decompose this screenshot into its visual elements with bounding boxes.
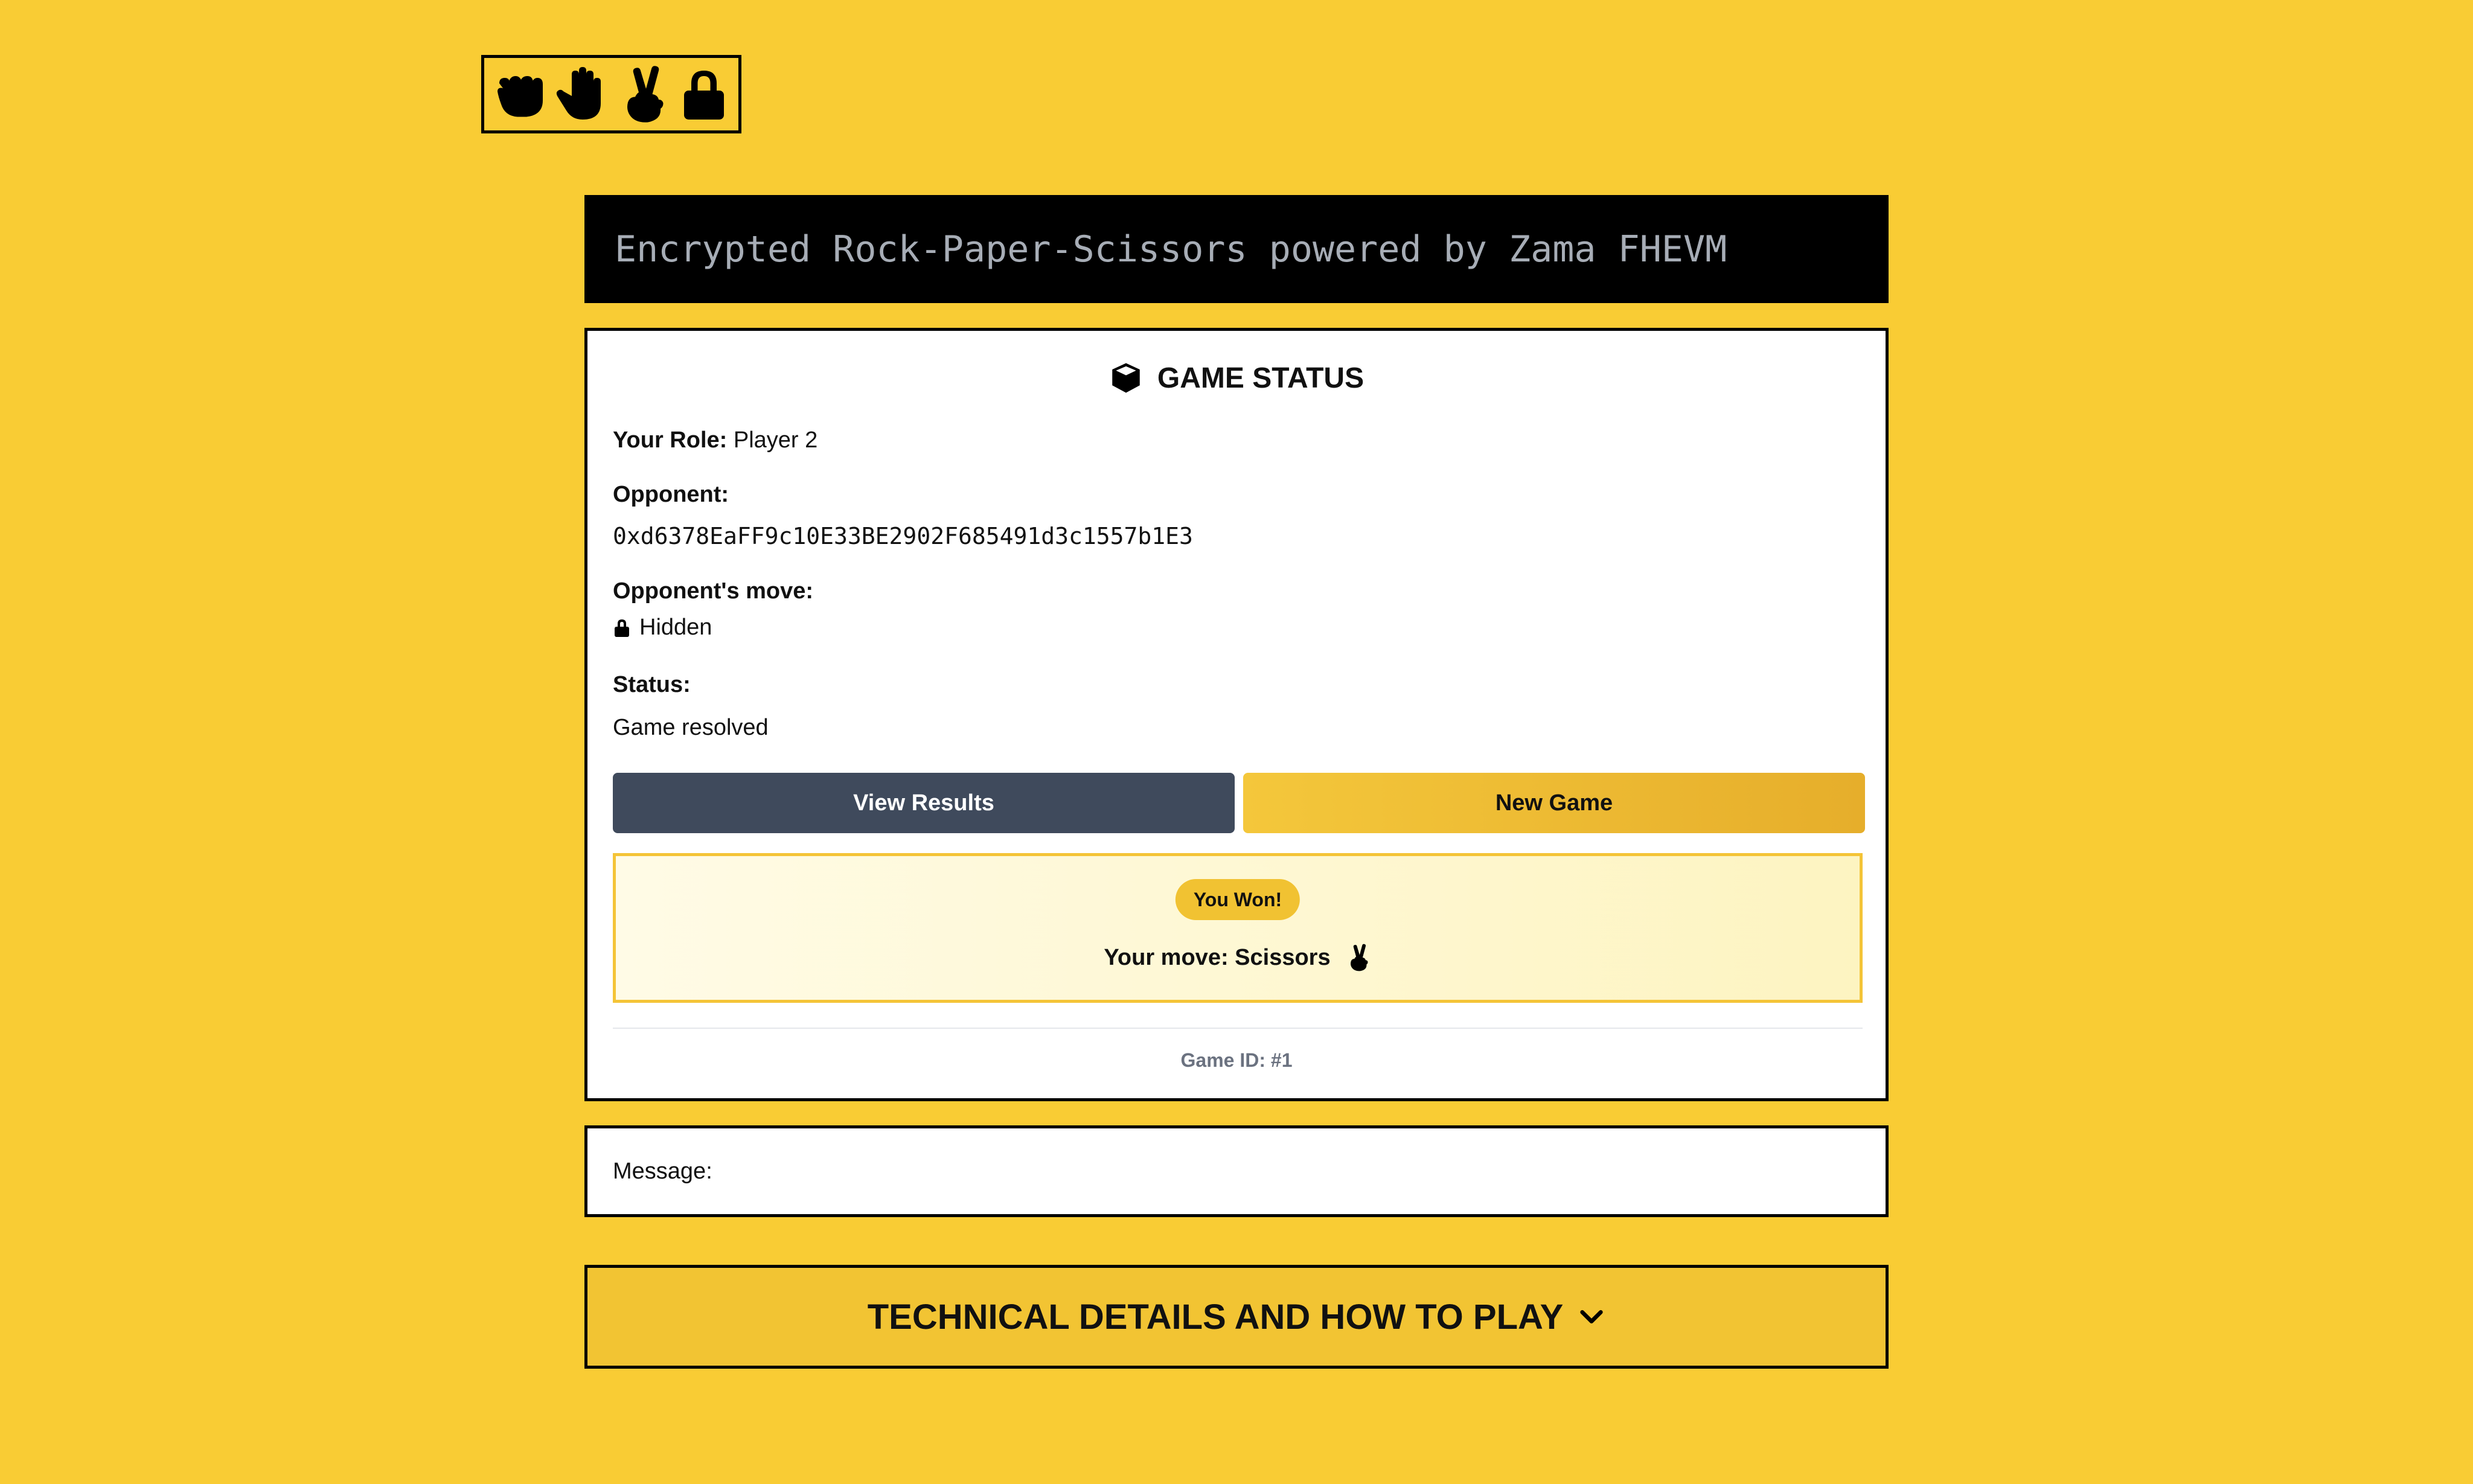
fist-icon [497, 76, 543, 117]
status-label: Status: [613, 672, 691, 697]
result-badge: You Won! [1175, 879, 1300, 920]
opponent-move-row: Hidden [613, 615, 712, 641]
victory-hand-icon [627, 66, 663, 123]
new-game-button[interactable]: New Game [1243, 773, 1865, 833]
your-move-row: Your move: Scissors [616, 944, 1860, 971]
cube-icon [1112, 363, 1140, 393]
opponent-move-label: Opponent's move: [613, 578, 814, 604]
result-panel: You Won! Your move: Scissors [613, 853, 1863, 1003]
technical-details-label: TECHNICAL DETAILS AND HOW TO PLAY [867, 1297, 1564, 1337]
chevron-down-icon [1580, 1310, 1603, 1324]
opponent-label: Opponent: [613, 482, 729, 507]
status-value: Game resolved [613, 715, 769, 740]
role-row: Your Role: Player 2 [613, 427, 817, 453]
opponent-address: 0xd6378EaFF9c10E33BE2902F685491d3c1557b1… [613, 523, 1193, 549]
open-hand-icon [556, 67, 601, 120]
view-results-button[interactable]: View Results [613, 773, 1235, 833]
message-box: Message: [584, 1125, 1889, 1217]
your-move-text: Your move: Scissors [1104, 944, 1331, 970]
card-title-text: GAME STATUS [1157, 362, 1364, 394]
message-label: Message: [613, 1158, 712, 1184]
opponent-move-value: Hidden [639, 615, 712, 640]
role-value: Player 2 [733, 427, 818, 453]
card-title: GAME STATUS [587, 361, 1886, 395]
game-id: Game ID: #1 [1180, 1049, 1293, 1071]
header-banner: Encrypted Rock-Paper-Scissors powered by… [584, 195, 1889, 303]
card-divider [613, 1028, 1863, 1029]
game-status-card: GAME STATUS Your Role: Player 2 Opponent… [584, 328, 1889, 1101]
technical-details-toggle[interactable]: TECHNICAL DETAILS AND HOW TO PLAY [584, 1265, 1889, 1369]
lock-icon [683, 71, 724, 120]
role-label: Your Role: [613, 427, 728, 453]
victory-hand-icon [1350, 944, 1368, 971]
lock-icon [615, 619, 629, 637]
banner-text: Encrypted Rock-Paper-Scissors powered by… [615, 228, 1727, 270]
app-logo [481, 55, 741, 133]
